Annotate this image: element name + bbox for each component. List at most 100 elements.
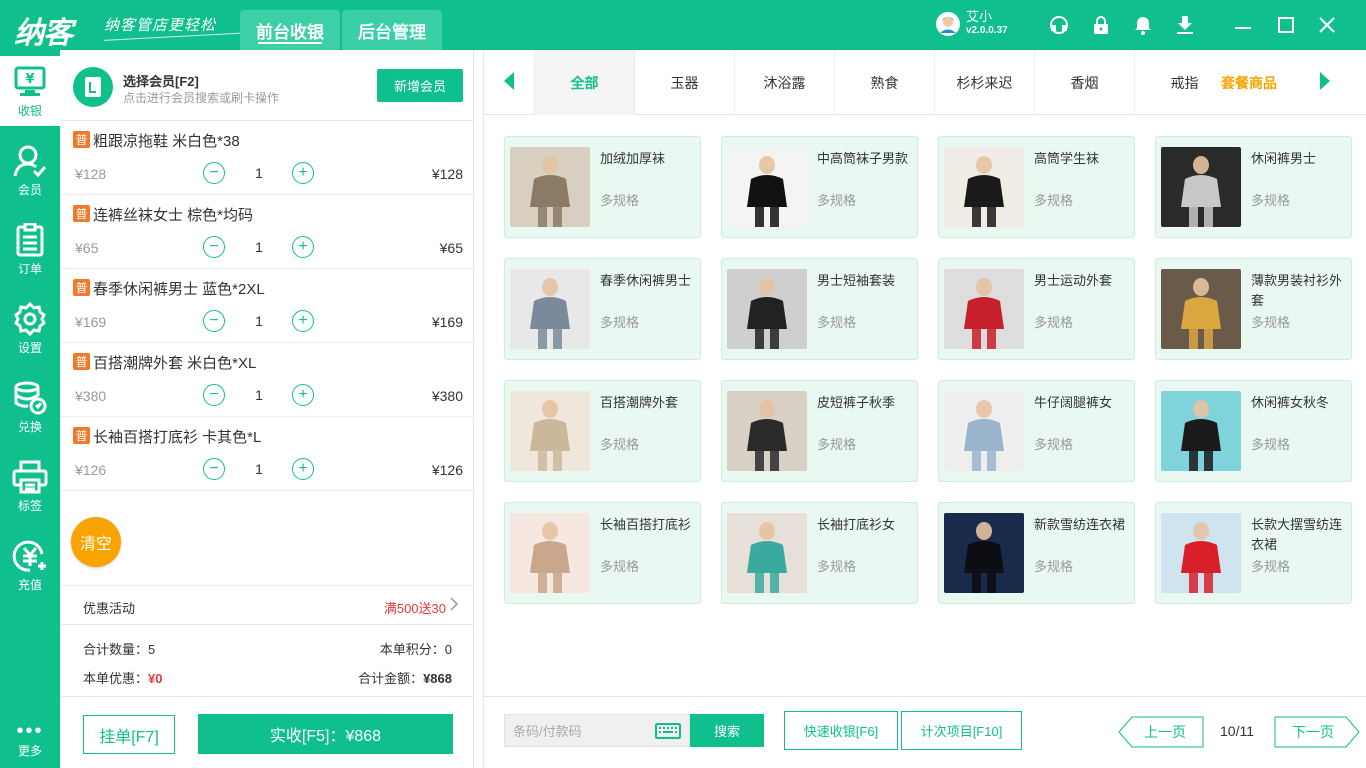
cart-item[interactable]: 普百搭潮牌外套 米白色*XL ¥380 − 1 + ¥380 bbox=[60, 343, 474, 417]
cart-item[interactable]: 普连裤丝袜女士 棕色*均码 ¥65 − 1 + ¥65 bbox=[60, 195, 474, 269]
checkout-button[interactable]: 实收[F5]：¥868 bbox=[198, 714, 453, 754]
sidebar-item-cashier[interactable]: ¥ 收银 bbox=[0, 56, 60, 126]
product-card[interactable]: 长袖打底衫女 多规格 bbox=[721, 502, 918, 604]
app-version: v2.0.0.37 bbox=[966, 25, 1008, 36]
cart-item-total: ¥169 bbox=[431, 314, 463, 330]
next-page-button[interactable]: 下一页 bbox=[1274, 716, 1360, 748]
cart-item-name: 百搭潮牌外套 米白色*XL bbox=[93, 355, 257, 372]
decrease-qty-button[interactable]: − bbox=[203, 236, 225, 258]
product-card[interactable]: 男士运动外套 多规格 bbox=[938, 258, 1135, 360]
product-card[interactable]: 长袖百搭打底衫 多规格 bbox=[504, 502, 701, 604]
product-card[interactable]: 男士短袖套装 多规格 bbox=[721, 258, 918, 360]
category-prev-icon[interactable] bbox=[504, 72, 514, 90]
member-select[interactable]: 选择会员[F2] 点击进行会员搜索或刷卡操作 新增会员 bbox=[60, 50, 473, 121]
increase-qty-button[interactable]: + bbox=[292, 162, 314, 184]
product-name: 长款大摆雪纺连衣裙 bbox=[1251, 517, 1343, 552]
barcode-input[interactable] bbox=[513, 722, 643, 740]
sidebar-item-label[interactable]: 标签 bbox=[0, 451, 60, 521]
keyboard-icon[interactable] bbox=[655, 723, 681, 739]
product-image bbox=[510, 513, 590, 593]
support-icon[interactable] bbox=[1048, 14, 1070, 36]
product-name: 加绒加厚袜 bbox=[600, 151, 666, 166]
product-name: 皮短裤子秋季 bbox=[817, 395, 896, 410]
category-tab[interactable]: 玉器 bbox=[634, 50, 734, 115]
sidebar-label-exchange: 兑换 bbox=[17, 420, 42, 434]
product-spec: 多规格 bbox=[1034, 437, 1074, 452]
sidebar-item-recharge[interactable]: 充值 bbox=[0, 530, 60, 600]
increase-qty-button[interactable]: + bbox=[292, 310, 314, 332]
cart-item[interactable]: 普春季休闲裤男士 蓝色*2XL ¥169 − 1 + ¥169 bbox=[60, 269, 474, 343]
member-price-badge: 普 bbox=[73, 131, 90, 148]
cart-item-total: ¥128 bbox=[431, 166, 463, 182]
cart-item-total: ¥380 bbox=[431, 388, 463, 404]
product-card[interactable]: 长款大摆雪纺连衣裙 多规格 bbox=[1155, 502, 1352, 604]
add-member-button[interactable]: 新增会员 bbox=[377, 69, 463, 102]
barcode-field[interactable] bbox=[504, 714, 690, 747]
cart-item[interactable]: 普长袖百搭打底衫 卡其色*L ¥126 − 1 + ¥126 bbox=[60, 417, 474, 491]
sidebar-item-member[interactable]: 会员 bbox=[0, 135, 60, 205]
product-name: 休闲裤男士 bbox=[1251, 151, 1317, 166]
product-card[interactable]: 加绒加厚袜 多规格 bbox=[504, 136, 701, 238]
category-tab[interactable]: 沐浴露 bbox=[734, 50, 834, 115]
search-button[interactable]: 搜索 bbox=[690, 714, 764, 747]
product-card[interactable]: 休闲裤男士 多规格 bbox=[1155, 136, 1352, 238]
tab-front-cashier[interactable]: 前台收银 bbox=[240, 10, 340, 50]
product-card[interactable]: 百搭潮牌外套 多规格 bbox=[504, 380, 701, 482]
cashier-icon: ¥ bbox=[12, 64, 48, 100]
product-image bbox=[944, 391, 1024, 471]
product-card[interactable]: 春季休闲裤男士 多规格 bbox=[504, 258, 701, 360]
product-card[interactable]: 休闲裤女秋冬 多规格 bbox=[1155, 380, 1352, 482]
sidebar-label-cashier: 收银 bbox=[17, 104, 42, 118]
cart-item-qty: 1 bbox=[255, 165, 263, 181]
increase-qty-button[interactable]: + bbox=[292, 384, 314, 406]
lock-icon[interactable] bbox=[1090, 14, 1112, 36]
sidebar-item-order[interactable]: 订单 bbox=[0, 214, 60, 284]
product-spec: 多规格 bbox=[1251, 315, 1291, 330]
category-next-icon[interactable] bbox=[1320, 72, 1330, 90]
decrease-qty-button[interactable]: − bbox=[203, 384, 225, 406]
product-card[interactable]: 薄款男装衬衫外套多规格 bbox=[1155, 258, 1352, 360]
product-card[interactable]: 新款雪纺连衣裙 多规格 bbox=[938, 502, 1135, 604]
increase-qty-button[interactable]: + bbox=[292, 458, 314, 480]
category-tab[interactable]: 全部 bbox=[534, 50, 634, 115]
category-tab[interactable]: 熟食 bbox=[834, 50, 934, 115]
minimize-icon[interactable] bbox=[1232, 14, 1254, 36]
clear-cart-button[interactable]: 清空 bbox=[71, 517, 121, 567]
category-tab[interactable]: 香烟 bbox=[1034, 50, 1134, 115]
prev-page-button[interactable]: 上一页 bbox=[1118, 716, 1204, 748]
product-image bbox=[727, 269, 807, 349]
product-card[interactable]: 牛仔阔腿裤女 多规格 bbox=[938, 380, 1135, 482]
tab-back-office[interactable]: 后台管理 bbox=[342, 10, 442, 50]
sidebar-label-member: 会员 bbox=[17, 183, 42, 197]
quick-pay-button[interactable]: 快速收银[F6] bbox=[784, 711, 898, 750]
decrease-qty-button[interactable]: − bbox=[203, 310, 225, 332]
product-name: 薄款男装衬衫外套 bbox=[1251, 273, 1343, 308]
bell-icon[interactable] bbox=[1132, 14, 1154, 36]
download-icon[interactable] bbox=[1174, 14, 1196, 36]
product-image bbox=[1161, 147, 1241, 227]
product-card[interactable]: 皮短裤子秋季 多规格 bbox=[721, 380, 918, 482]
sidebar: ¥ 收银 会员 订单 设置 兑换 标签 充值 ••• 更多 bbox=[0, 50, 60, 768]
user-profile[interactable]: 艾小 v2.0.0.37 bbox=[936, 10, 1008, 38]
cart-panel: 选择会员[F2] 点击进行会员搜索或刷卡操作 新增会员 普粗跟凉拖鞋 米白色*3… bbox=[60, 50, 474, 768]
count-item-button[interactable]: 计次项目[F10] bbox=[901, 711, 1022, 750]
cart-item[interactable]: 普粗跟凉拖鞋 米白色*38 ¥128 − 1 + ¥128 bbox=[60, 121, 474, 195]
promotion-row[interactable]: 优惠活动 满500送30 bbox=[60, 585, 474, 625]
product-card[interactable]: 高筒学生袜 多规格 bbox=[938, 136, 1135, 238]
category-tab[interactable]: 套餐商品 bbox=[1206, 50, 1292, 115]
sidebar-item-settings[interactable]: 设置 bbox=[0, 293, 60, 363]
product-card[interactable]: 中高筒袜子男款 多规格 bbox=[721, 136, 918, 238]
decrease-qty-button[interactable]: − bbox=[203, 162, 225, 184]
increase-qty-button[interactable]: + bbox=[292, 236, 314, 258]
close-icon[interactable] bbox=[1316, 14, 1338, 36]
avatar bbox=[936, 12, 960, 36]
category-tab[interactable]: 杉杉来迟 bbox=[934, 50, 1034, 115]
product-image bbox=[510, 391, 590, 471]
decrease-qty-button[interactable]: − bbox=[203, 458, 225, 480]
hold-order-button[interactable]: 挂单[F7] bbox=[83, 715, 175, 754]
sidebar-item-more[interactable]: ••• 更多 bbox=[0, 714, 60, 764]
maximize-icon[interactable] bbox=[1275, 14, 1297, 36]
sidebar-label-recharge: 充值 bbox=[17, 578, 42, 592]
category-bar: 全部 玉器 沐浴露 熟食 杉杉来迟 香烟 戒指 套餐商品 bbox=[484, 50, 1366, 115]
sidebar-item-exchange[interactable]: 兑换 bbox=[0, 372, 60, 442]
